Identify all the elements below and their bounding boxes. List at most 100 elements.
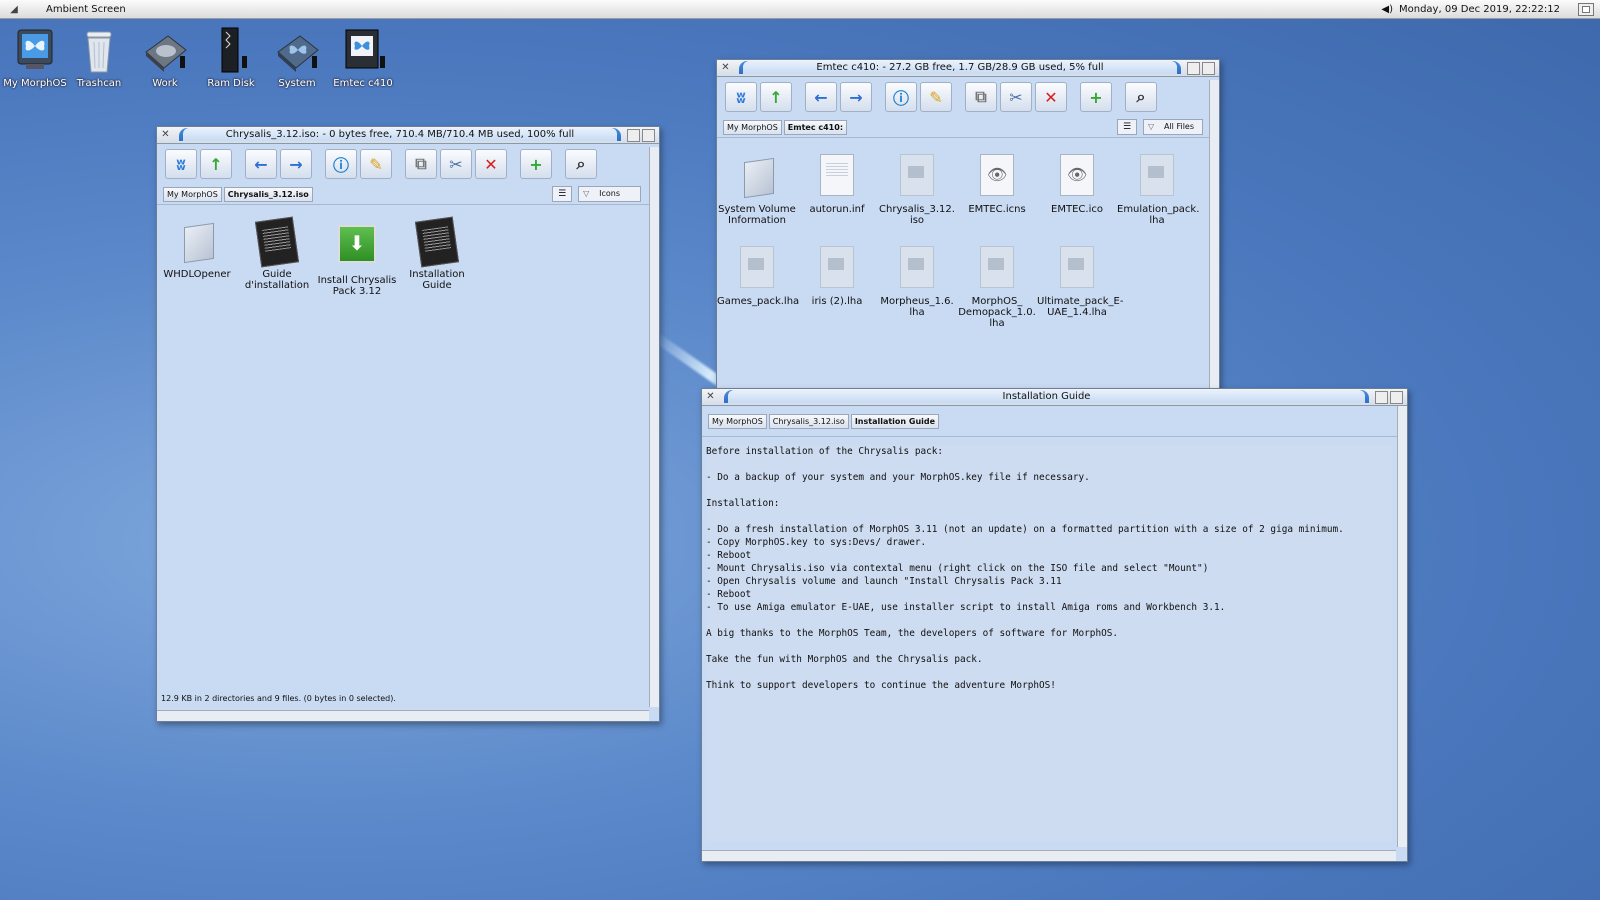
- breadcrumb-item[interactable]: Installation Guide: [850, 413, 940, 429]
- lha-file-icon: [820, 246, 854, 288]
- depth-icon[interactable]: [642, 129, 655, 142]
- desktop-icon-emtec[interactable]: Emtec c410: [328, 26, 398, 89]
- file-area: WHDLOpener Guide d'installation ⬇ Instal…: [157, 209, 649, 687]
- info-icon[interactable]: ⓘ: [885, 82, 917, 112]
- document-text: Before installation of the Chrysalis pac…: [706, 445, 1392, 692]
- zoom-icon[interactable]: [1187, 62, 1200, 75]
- breadcrumb-item[interactable]: Chrysalis_3.12.iso: [768, 413, 849, 429]
- back-arrow-icon[interactable]: ←: [805, 82, 837, 112]
- close-icon[interactable]: ✕: [705, 391, 716, 402]
- window-title: Chrysalis_3.12.iso: - 0 bytes free, 710.…: [183, 128, 617, 141]
- view-mode-select[interactable]: All Files: [1142, 119, 1203, 135]
- cut-scissors-icon[interactable]: ✂: [1000, 82, 1032, 112]
- file-item[interactable]: EMTEC.ico: [1037, 154, 1117, 215]
- breadcrumb-item[interactable]: Emtec c410:: [783, 119, 848, 135]
- desktop-icon-label: System: [278, 78, 316, 89]
- file-item[interactable]: WHDLOpener: [157, 219, 237, 280]
- document-line: - Mount Chrysalis.iso via contextal menu…: [706, 563, 1209, 574]
- forward-arrow-icon[interactable]: →: [840, 82, 872, 112]
- file-item[interactable]: Chrysalis_3.12. iso: [877, 154, 957, 226]
- morphos-menu-icon[interactable]: ◢: [0, 0, 28, 18]
- parent-arrow-icon[interactable]: ↑: [760, 82, 792, 112]
- desktop-icon-system[interactable]: System: [262, 26, 332, 89]
- file-item[interactable]: EMTEC.icns: [957, 154, 1037, 215]
- trashcan-icon: [76, 26, 122, 74]
- file-item[interactable]: Emulation_pack. lha: [1117, 154, 1199, 226]
- cut-scissors-icon[interactable]: ✂: [440, 149, 472, 179]
- file-item[interactable]: Games_pack.lha: [717, 246, 799, 307]
- file-label: Demopack_1.0.: [958, 307, 1036, 318]
- window-emtec-c410[interactable]: ✕ Emtec c410: - 27.2 GB free, 1.7 GB/28.…: [716, 59, 1220, 391]
- file-item[interactable]: Installation Guide: [397, 216, 477, 291]
- view-mode-select[interactable]: Icons: [578, 186, 641, 202]
- search-icon[interactable]: ⌕: [565, 149, 597, 179]
- info-icon[interactable]: ⓘ: [325, 149, 357, 179]
- screen-depth-icon[interactable]: [1578, 2, 1594, 16]
- horizontal-scrollbar[interactable]: [702, 850, 1396, 861]
- list-view-icon[interactable]: ☰: [552, 186, 573, 202]
- breadcrumb: My MorphOS Chrysalis_3.12.iso Installati…: [702, 406, 1407, 437]
- butterfly-icon[interactable]: ʬ: [725, 82, 757, 112]
- file-item[interactable]: Guide d'installation: [237, 216, 317, 291]
- list-view-icon[interactable]: ☰: [1116, 119, 1137, 135]
- window-chrysalis-iso[interactable]: ✕ Chrysalis_3.12.iso: - 0 bytes free, 71…: [156, 126, 660, 722]
- file-item[interactable]: Morpheus_1.6. lha: [877, 246, 957, 318]
- zoom-icon[interactable]: [1375, 391, 1388, 404]
- file-item[interactable]: autorun.inf: [797, 154, 877, 215]
- system-disk-icon: [274, 26, 320, 74]
- window-title-bar[interactable]: ✕ Chrysalis_3.12.iso: - 0 bytes free, 71…: [157, 127, 659, 144]
- window-title-bar[interactable]: ✕ Emtec c410: - 27.2 GB free, 1.7 GB/28.…: [717, 60, 1219, 77]
- depth-icon[interactable]: [1390, 391, 1403, 404]
- window-title-bar[interactable]: ✕ Installation Guide: [702, 389, 1407, 406]
- hard-disk-icon: [142, 26, 188, 74]
- file-item[interactable]: ⬇ Install Chrysalis Pack 3.12: [317, 219, 397, 297]
- delete-icon[interactable]: ✕: [1035, 82, 1067, 112]
- desktop-icon-trashcan[interactable]: Trashcan: [64, 26, 134, 89]
- file-label: lha: [1149, 215, 1165, 226]
- window-title: Emtec c410: - 27.2 GB free, 1.7 GB/28.9 …: [743, 61, 1177, 74]
- parent-arrow-icon[interactable]: ↑: [200, 149, 232, 179]
- copy-icon[interactable]: ⧉: [405, 149, 437, 179]
- breadcrumb-item[interactable]: Chrysalis_3.12.iso: [223, 186, 313, 202]
- breadcrumb-item[interactable]: My MorphOS: [163, 186, 222, 202]
- breadcrumb-item[interactable]: My MorphOS: [723, 119, 782, 135]
- vertical-scrollbar[interactable]: [1209, 80, 1219, 390]
- desktop-icon-my-morphos[interactable]: My MorphOS: [0, 26, 70, 89]
- close-icon[interactable]: ✕: [720, 62, 731, 73]
- guide-icon: [254, 216, 300, 268]
- depth-icon[interactable]: [1202, 62, 1215, 75]
- copy-icon[interactable]: ⧉: [965, 82, 997, 112]
- rename-pencil-icon[interactable]: ✎: [920, 82, 952, 112]
- file-item[interactable]: MorphOS_ Demopack_1.0. lha: [957, 246, 1037, 329]
- vertical-scrollbar[interactable]: [649, 147, 659, 707]
- file-item[interactable]: iris (2).lha: [797, 246, 877, 307]
- breadcrumb: My MorphOS Chrysalis_3.12.iso ☰ Icons: [157, 184, 659, 205]
- desktop-icon-ram-disk[interactable]: Ram Disk: [196, 26, 266, 89]
- document-line: - Open Chrysalis volume and launch "Inst…: [706, 576, 1062, 587]
- file-label: d'installation: [244, 280, 310, 291]
- document-view[interactable]: Before installation of the Chrysalis pac…: [706, 445, 1392, 841]
- file-label: MorphOS_: [971, 296, 1023, 307]
- rename-pencil-icon[interactable]: ✎: [360, 149, 392, 179]
- search-icon[interactable]: ⌕: [1125, 82, 1157, 112]
- close-icon[interactable]: ✕: [160, 129, 171, 140]
- breadcrumb-item[interactable]: My MorphOS: [708, 413, 767, 429]
- volume-icon[interactable]: ◀): [1381, 4, 1393, 15]
- desktop-icon-work[interactable]: Work: [130, 26, 200, 89]
- zoom-icon[interactable]: [627, 129, 640, 142]
- vertical-scrollbar[interactable]: [1397, 406, 1407, 847]
- window-installation-guide[interactable]: ✕ Installation Guide My MorphOS Chrysali…: [701, 388, 1408, 862]
- delete-icon[interactable]: ✕: [475, 149, 507, 179]
- forward-arrow-icon[interactable]: →: [280, 149, 312, 179]
- file-item[interactable]: System Volume Information: [717, 154, 797, 226]
- back-arrow-icon[interactable]: ←: [245, 149, 277, 179]
- butterfly-icon[interactable]: ʬ: [165, 149, 197, 179]
- new-drawer-plus-icon[interactable]: +: [1080, 82, 1112, 112]
- window-title: Installation Guide: [728, 390, 1365, 403]
- new-drawer-plus-icon[interactable]: +: [520, 149, 552, 179]
- horizontal-scrollbar[interactable]: [157, 710, 649, 721]
- file-item[interactable]: Ultimate_pack_E- UAE_1.4.lha: [1037, 246, 1123, 318]
